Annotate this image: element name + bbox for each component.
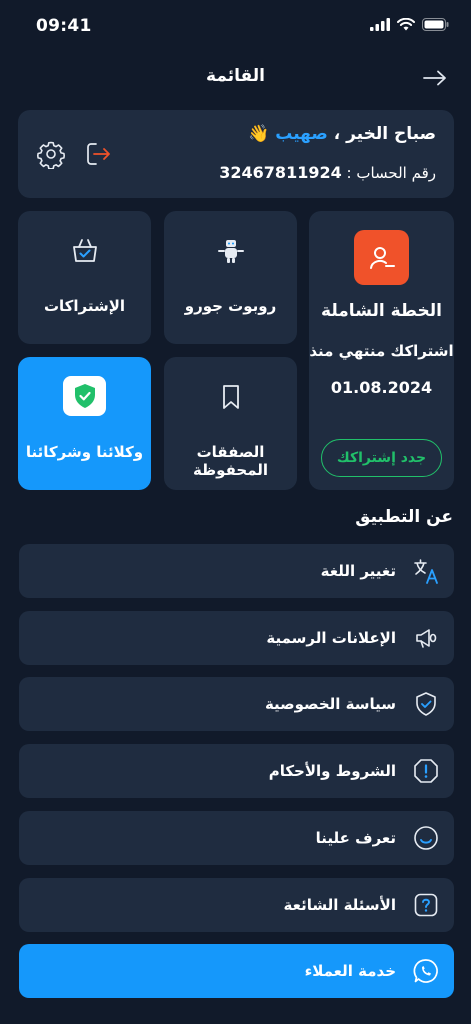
gear-icon [37, 141, 65, 170]
bookmark-icon [164, 381, 297, 413]
user-name: صهيب [275, 124, 328, 144]
arrow-right-icon [423, 70, 446, 86]
subscriptions-label: الإشتراكات [43, 297, 126, 315]
status-time: 09:41 [36, 16, 92, 36]
menu-item-announcements[interactable]: الإعلانات الرسمية [19, 611, 454, 665]
account-card: صباح الخير ، صهيب 👋 رقم الحساب : 3246781… [18, 110, 454, 198]
battery-icon [422, 18, 449, 31]
translate-icon [412, 557, 440, 585]
account-line: رقم الحساب : 32467811924 [219, 163, 436, 182]
basket-icon [18, 235, 151, 267]
robot-guru-label: روبوت جورو [184, 297, 277, 315]
menu-item-language[interactable]: تغيير اللغة [19, 544, 454, 598]
greeting-prefix: صباح الخير ، [333, 124, 436, 144]
agents-partners-tile[interactable]: وكلائنا وشركائنا [18, 357, 151, 490]
customer-service-button[interactable]: خدمة العملاء [19, 944, 454, 998]
wifi-icon [397, 18, 415, 31]
megaphone-icon [412, 624, 440, 652]
menu-item-about-us[interactable]: تعرف علينا [19, 811, 454, 865]
plan-user-icon [354, 230, 409, 285]
customer-service-label: خدمة العملاء [304, 962, 396, 980]
page-title: القائمة [206, 66, 265, 86]
shield-check-icon [412, 690, 440, 718]
menu-item-label: الأسئلة الشائعة [283, 896, 397, 914]
menu-item-label: الإعلانات الرسمية [266, 629, 396, 647]
menu-item-label: تغيير اللغة [320, 562, 396, 580]
logout-button[interactable] [82, 139, 112, 169]
menu-item-label: سياسة الخصوصية [264, 695, 396, 713]
greeting-line: صباح الخير ، صهيب 👋 [248, 124, 436, 144]
shield-check-icon [63, 376, 106, 416]
plan-tile[interactable]: الخطة الشاملة اشتراكك منتهي منذ 01.08.20… [309, 211, 454, 490]
saved-deals-label: الصفقات المحفوظة [192, 443, 269, 479]
whatsapp-icon [412, 957, 440, 985]
plan-status: اشتراكك منتهي منذ [309, 342, 454, 360]
back-button[interactable] [421, 66, 449, 90]
alert-icon [412, 757, 440, 785]
smile-icon [412, 824, 440, 852]
menu-item-faq[interactable]: الأسئلة الشائعة [19, 878, 454, 932]
saved-deals-tile[interactable]: الصفقات المحفوظة [164, 357, 297, 490]
account-label: رقم الحساب : [346, 164, 436, 182]
menu-item-label: الشروط والأحكام [268, 762, 396, 780]
account-number: 32467811924 [219, 163, 342, 182]
robot-guru-tile[interactable]: روبوت جورو [164, 211, 297, 344]
subscriptions-tile[interactable]: الإشتراكات [18, 211, 151, 344]
menu-item-terms[interactable]: الشروط والأحكام [19, 744, 454, 798]
plan-expiry-date: 01.08.2024 [330, 378, 433, 397]
agents-partners-label: وكلائنا وشركائنا [25, 443, 144, 461]
menu-item-privacy[interactable]: سياسة الخصوصية [19, 677, 454, 731]
about-section-title: عن التطبيق [355, 507, 453, 527]
wave-emoji: 👋 [248, 124, 270, 144]
settings-button[interactable] [36, 139, 66, 170]
plan-title: الخطة الشاملة [321, 301, 442, 321]
renew-subscription-button[interactable]: جدد إشتراكك [321, 439, 442, 477]
menu-item-label: تعرف علينا [315, 829, 396, 847]
logout-icon [87, 143, 110, 165]
robot-icon [164, 235, 297, 267]
question-icon [412, 891, 440, 919]
signal-icon [370, 18, 390, 31]
status-icons [370, 18, 449, 31]
